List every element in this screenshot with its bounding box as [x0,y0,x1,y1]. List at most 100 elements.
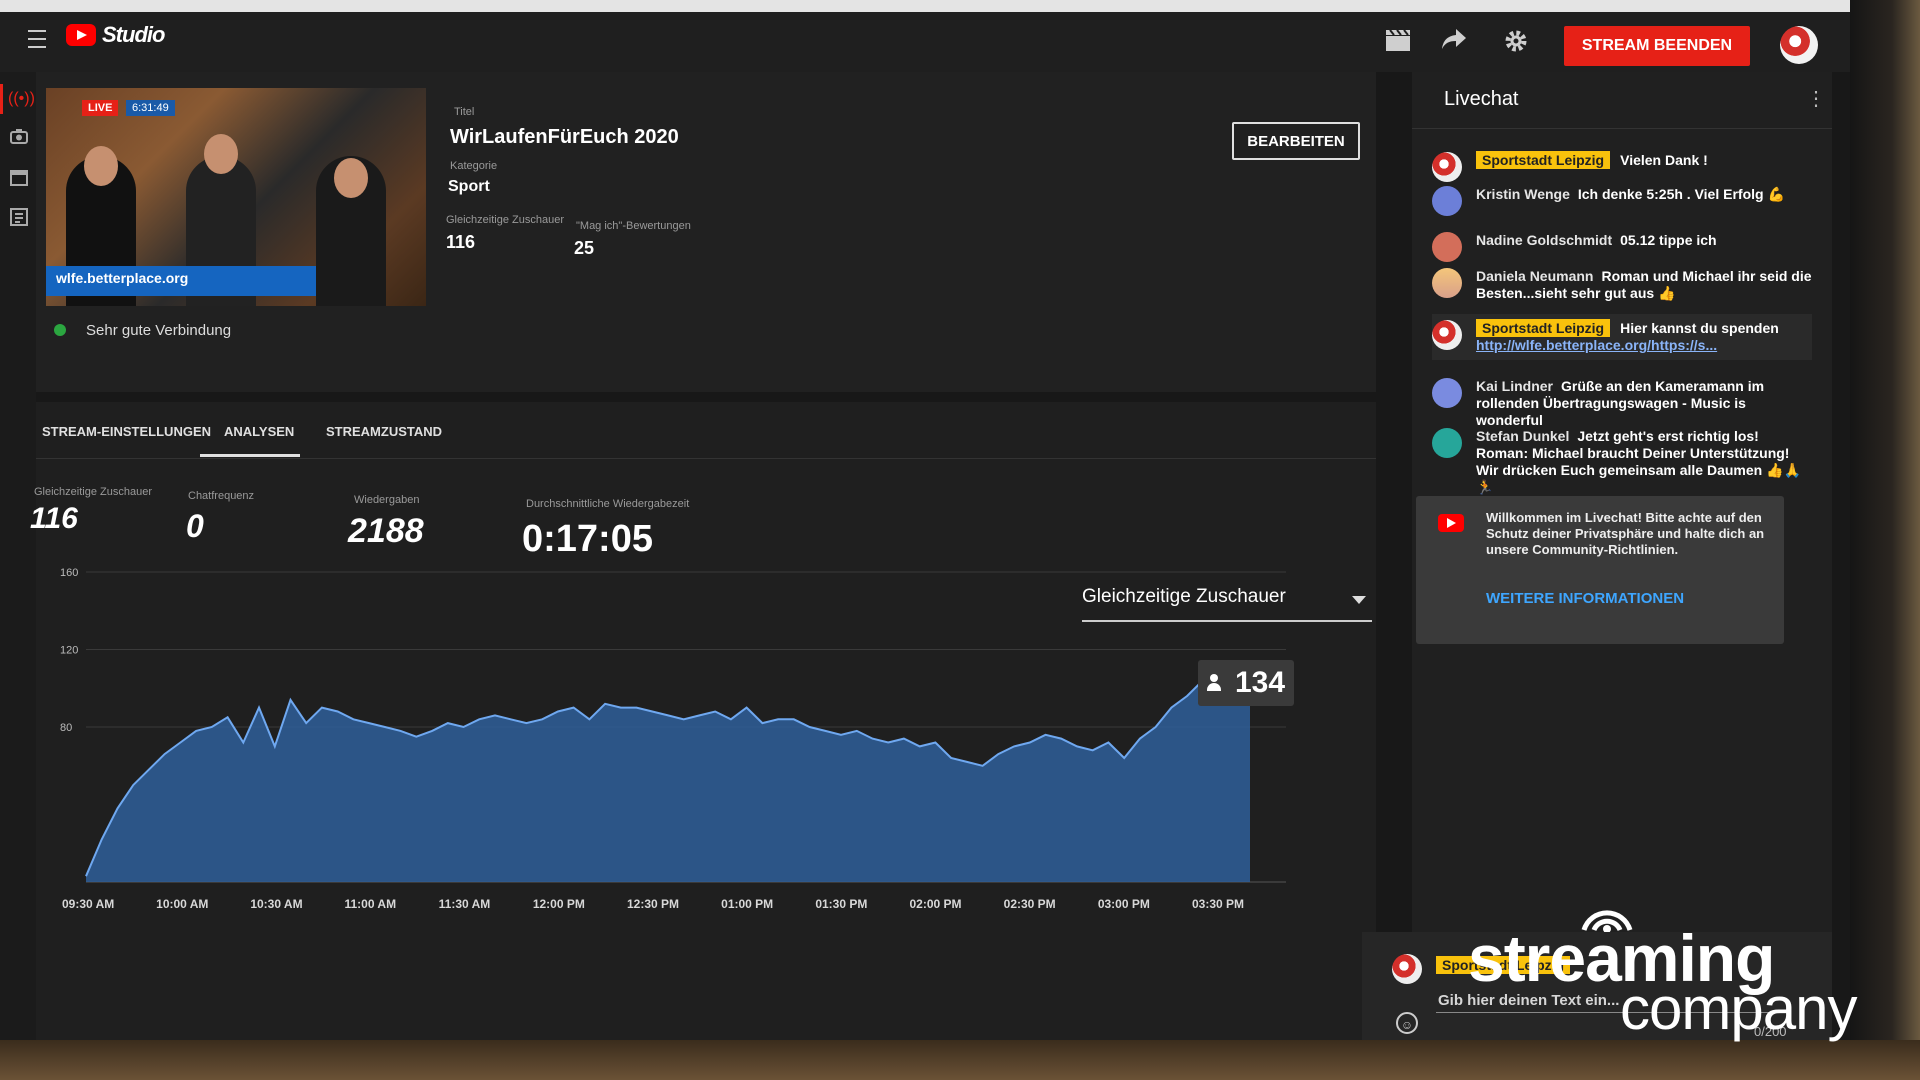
logo-text: Studio [102,22,165,47]
chat-author[interactable]: Kai Lindner [1476,378,1553,394]
chat-welcome-card: Willkommen im Livechat! Bitte achte auf … [1416,496,1784,644]
stream-title: WirLaufenFürEuch 2020 [450,126,679,148]
chat-author[interactable]: Kristin Wenge [1476,186,1570,202]
clapperboard-icon[interactable] [1384,28,1412,56]
metric-select-value: Gleichzeitige Zuschauer [1082,586,1286,607]
metric-label-views: Wiedergaben [354,494,420,506]
chat-message: Kristin Wenge Ich denke 5:25h . Viel Erfo… [1432,186,1812,216]
x-tick-label: 03:30 PM [1192,897,1244,911]
chat-text: Ich denke 5:25h . Viel Erfolg 💪 [1577,186,1785,202]
chat-text: Hier kannst du spenden [1620,320,1779,336]
calendar-icon[interactable] [8,168,30,190]
chat-author[interactable]: Daniela Neumann [1476,268,1593,284]
x-tick-label: 09:30 AM [62,897,114,911]
chat-message: Sportstadt Leipzig Hier kannst du spenden… [1432,314,1812,360]
camera-icon[interactable] [8,128,30,150]
metric-label-avg-watch-time: Durchschnittliche Wiedergabezeit [526,498,690,510]
connection-status-icon [54,324,66,336]
likes-label: "Mag ich"-Bewertungen [576,220,691,232]
metric-value-views: 2188 [348,512,424,550]
metric-select[interactable]: Gleichzeitige Zuschauer [1082,584,1372,622]
stream-preview[interactable]: LIVE 6:31:49 wlfe.betterplace.org [46,88,426,306]
edit-button[interactable]: BEARBEITEN [1232,122,1360,160]
x-tick-label: 02:00 PM [910,897,962,911]
y-tick-label: 120 [60,645,78,657]
chat-author-owner[interactable]: Sportstadt Leipzig [1476,319,1611,337]
chat-author[interactable]: Nadine Goldschmidt [1476,232,1612,248]
x-tick-label: 12:30 PM [627,897,679,911]
youtube-logo-icon [66,24,96,46]
tab-stream-health[interactable]: STREAMZUSTAND [326,424,442,439]
avatar [1432,378,1462,408]
top-bar: Studio STREAM BEENDEN [0,12,1850,72]
chart-tooltip: 134 [1198,660,1294,706]
metric-label-concurrent: Gleichzeitige Zuschauer [34,486,153,498]
x-tick-label: 03:00 PM [1098,897,1150,911]
tooltip-value: 134 [1234,666,1286,699]
watermark-line-2: company [1620,975,1857,1042]
chat-message: Stefan Dunkel Jetzt geht's erst richtig l… [1432,428,1812,496]
preview-banner: wlfe.betterplace.org [46,266,316,296]
avatar [1392,954,1422,984]
live-badge: LIVE [82,100,119,116]
x-tick-label: 12:00 PM [533,897,585,911]
y-tick-label: 160 [60,567,78,579]
end-stream-button[interactable]: STREAM BEENDEN [1564,26,1750,66]
analytics-panel: STREAM-EINSTELLUNGEN ANALYSEN STREAMZUST… [30,402,1376,1042]
x-tick-label: 11:30 AM [439,897,491,911]
account-avatar[interactable] [1780,26,1818,64]
watermark-logo: streaming company [1468,908,1888,1048]
livechat-panel: Livechat ⋮ Sportstadt Leipzig Vielen Dank… [1362,72,1832,1042]
concurrent-viewers-value: 116 [446,232,476,252]
studio-logo[interactable]: Studio [66,22,165,48]
x-tick-label: 11:00 AM [345,897,397,911]
chat-header: Livechat ⋮ [1412,72,1832,129]
gear-icon[interactable] [1502,28,1530,56]
chat-title: Livechat [1444,88,1519,110]
category-label: Kategorie [450,160,498,172]
metric-value-chat-rate: 0 [186,508,204,544]
more-vert-icon[interactable]: ⋮ [1806,88,1826,110]
avatar [1432,268,1462,298]
tab-stream-settings[interactable]: STREAM-EINSTELLUNGEN [42,424,211,439]
live-broadcast-icon[interactable]: ((•)) [8,88,35,110]
title-label: Titel [454,106,475,118]
youtube-logo-icon [1438,514,1464,532]
chat-text: 05.12 tippe ich [1620,232,1717,248]
chat-message: Daniela Neumann Roman und Michael ihr sei… [1432,268,1812,302]
avatar [1432,152,1462,182]
menu-icon[interactable] [28,30,46,48]
connection-status: Sehr gute Verbindung [86,322,232,339]
rail-active-indicator [0,84,3,114]
monitor-bezel-top [0,0,1860,12]
viewers-chart[interactable]: 160 120 80 09:30 AM 10:00 AM 10:30 AM 11:00 AM… [36,552,1376,1022]
studio-screen: Studio STREAM BEENDEN ((•)) LIVE 6:31:49… [0,12,1850,1042]
chat-author-owner[interactable]: Sportstadt Leipzig [1476,151,1611,169]
chevron-down-icon [1352,596,1366,604]
x-tick-label: 01:30 PM [815,897,867,911]
metric-label-chat-rate: Chatfrequenz [188,490,255,502]
more-info-link[interactable]: WEITERE INFORMATIONEN [1486,590,1684,607]
manage-icon[interactable] [8,208,30,230]
active-tab-indicator [200,454,300,457]
likes-value: 25 [574,238,595,258]
chat-link[interactable]: http://wlfe.betterplace.org/https://s... [1476,337,1717,353]
metric-value-concurrent: 116 [30,502,78,535]
x-tick-label: 10:30 AM [250,897,302,911]
stream-info-card: LIVE 6:31:49 wlfe.betterplace.org Sehr g… [36,72,1376,392]
chat-author[interactable]: Stefan Dunkel [1476,428,1569,444]
share-icon[interactable] [1440,28,1468,56]
emoji-icon[interactable]: ☺ [1396,1012,1418,1034]
tab-analytics[interactable]: ANALYSEN [224,424,294,439]
x-tick-label: 10:00 AM [156,897,208,911]
preview-head-3 [334,158,368,198]
preview-head-1 [84,146,118,186]
users-icon [1206,674,1229,692]
concurrent-viewers-label: Gleichzeitige Zuschauer [446,214,565,226]
x-tick-label: 01:00 PM [721,897,773,911]
avatar [1432,320,1462,350]
tabs-divider [36,458,1376,459]
chat-text: Vielen Dank ! [1620,152,1708,168]
avatar [1432,428,1462,458]
avatar [1432,232,1462,262]
